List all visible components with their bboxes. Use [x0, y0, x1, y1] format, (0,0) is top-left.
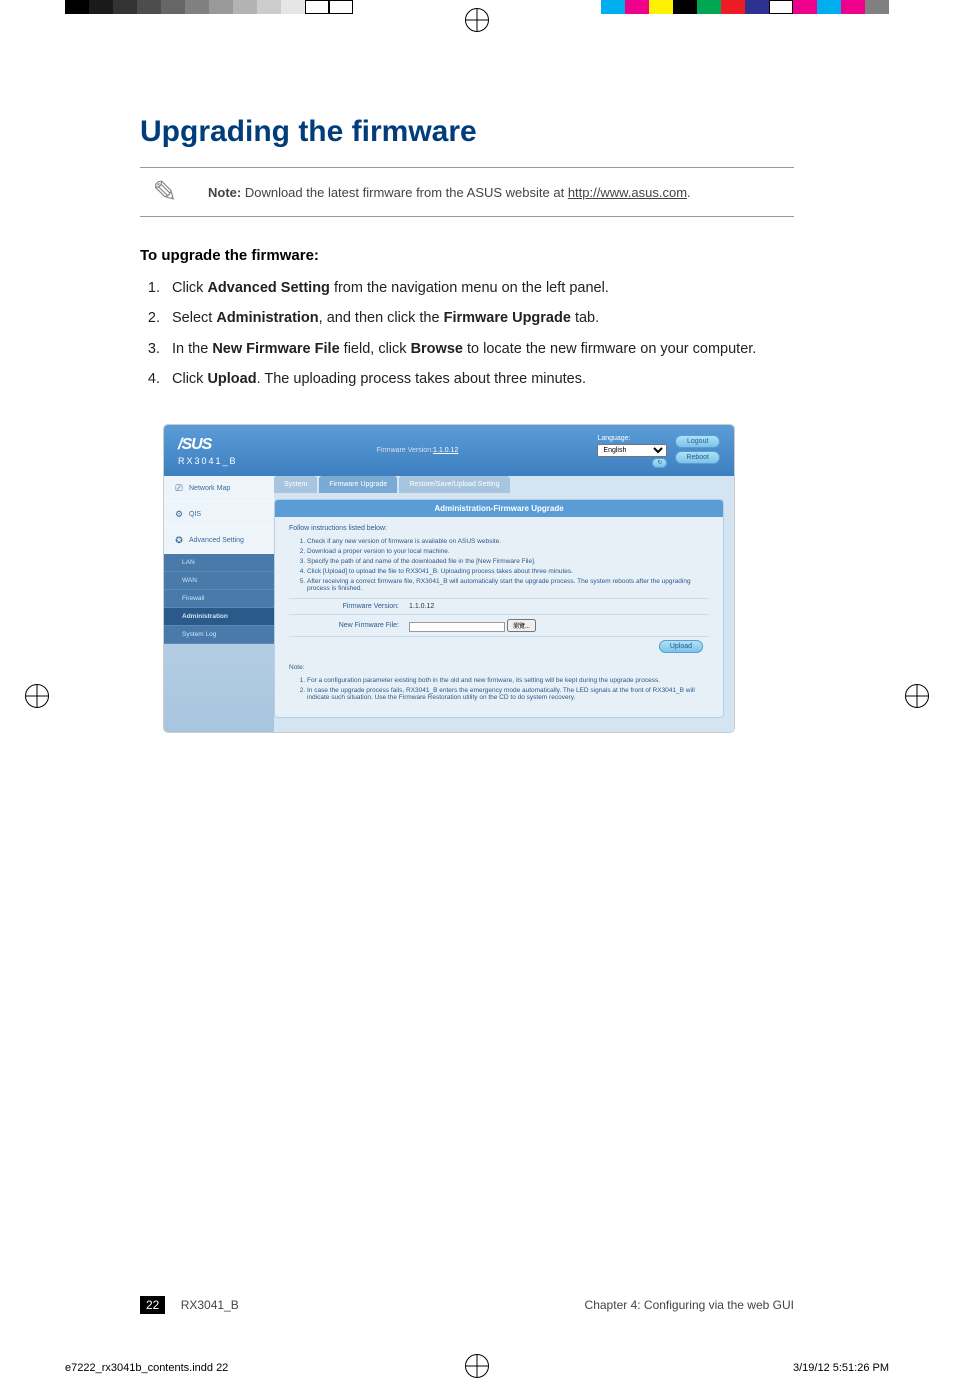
note-body: Download the latest firmware from the AS…	[241, 185, 568, 200]
page-footer: 22 RX3041_B Chapter 4: Configuring via t…	[140, 1298, 794, 1312]
header-buttons: Logout Reboot	[675, 435, 720, 464]
note-item-1: For a configuration parameter existing b…	[307, 677, 709, 684]
fw-version-value: 1.1.0.12	[409, 603, 434, 610]
ss-tabs: System Firmware Upgrade Restore/Save/Upl…	[274, 476, 724, 493]
network-icon: ⎚	[174, 483, 184, 494]
note-list: For a configuration parameter existing b…	[289, 677, 709, 701]
gear-icon: ⚙	[174, 509, 184, 520]
sidebar-item-wan[interactable]: WAN	[164, 572, 274, 590]
indd-file: e7222_rx3041b_contents.indd 22	[65, 1362, 228, 1374]
page-number: 22	[140, 1296, 165, 1314]
language-label: Language:	[597, 435, 667, 442]
tab-restore-save-upload[interactable]: Restore/Save/Upload Setting	[399, 476, 509, 493]
footer-chapter: Chapter 4: Configuring via the web GUI	[585, 1298, 794, 1312]
new-firmware-input[interactable]	[409, 622, 505, 632]
ss-main: System Firmware Upgrade Restore/Save/Upl…	[274, 476, 734, 732]
tab-system[interactable]: System	[274, 476, 317, 493]
instr-2: Download a proper version to your local …	[307, 548, 709, 555]
instr-3: Specify the path of and name of the down…	[307, 558, 709, 565]
refresh-button[interactable]: ↻	[652, 458, 667, 468]
step-4: Click Upload. The uploading process take…	[164, 369, 794, 389]
upload-button[interactable]: Upload	[659, 640, 703, 653]
model-label: RX3041_B	[178, 456, 238, 466]
language-block: Language: English ↻	[597, 435, 667, 466]
ss-sidebar: ⎚Network Map ⚙QIS ✪Advanced Setting LAN …	[164, 476, 274, 732]
steps-list: Click Advanced Setting from the navigati…	[140, 278, 794, 389]
follow-text: Follow instructions listed below:	[289, 525, 709, 532]
note-link[interactable]: http://www.asus.com	[568, 185, 687, 200]
reboot-button[interactable]: Reboot	[675, 451, 720, 464]
fw-version-label: Firmware Version:	[289, 603, 409, 610]
tab-firmware-upgrade[interactable]: Firmware Upgrade	[319, 476, 397, 493]
color-bar	[601, 0, 889, 14]
sidebar-item-advanced[interactable]: ✪Advanced Setting	[164, 528, 274, 554]
note-suffix: .	[687, 185, 691, 200]
registration-mark-icon	[465, 8, 489, 32]
footer-left: 22 RX3041_B	[140, 1298, 239, 1312]
indd-datetime: 3/19/12 5:51:26 PM	[793, 1362, 889, 1374]
ss-header: /SUS RX3041_B Firmware Version:1.1.0.12 …	[164, 425, 734, 476]
page-title: Upgrading the firmware	[140, 115, 794, 149]
registration-mark-icon	[905, 684, 929, 708]
asus-logo: /SUS	[178, 436, 238, 454]
fw-version-header: Firmware Version:1.1.0.12	[377, 447, 459, 454]
note-item-2: In case the upgrade process fails, RX304…	[307, 687, 709, 701]
footer-product: RX3041_B	[181, 1298, 239, 1312]
instr-5: After receiving a correct firmware file,…	[307, 578, 709, 592]
fw-version-row: Firmware Version: 1.1.0.12	[289, 598, 709, 614]
panel-note-section: Note: For a configuration parameter exis…	[289, 664, 709, 701]
sidebar-item-administration[interactable]: Administration	[164, 608, 274, 626]
new-fw-row: New Firmware File: 瀏覽...	[289, 614, 709, 636]
logout-button[interactable]: Logout	[675, 435, 720, 448]
new-fw-value: 瀏覽...	[409, 619, 536, 632]
sidebar-item-system-log[interactable]: System Log	[164, 626, 274, 644]
ss-header-right: Language: English ↻ Logout Reboot	[597, 435, 720, 466]
sidebar-item-firewall[interactable]: Firewall	[164, 590, 274, 608]
new-fw-label: New Firmware File:	[289, 622, 409, 629]
page-content: Upgrading the firmware ✎ Note: Download …	[140, 115, 794, 1272]
instr-4: Click [Upload] to upload the file to RX3…	[307, 568, 709, 575]
pencil-icon: ✎	[140, 178, 190, 206]
instruction-list: Check if any new version of firmware is …	[289, 538, 709, 592]
router-gui-screenshot: /SUS RX3041_B Firmware Version:1.1.0.12 …	[164, 425, 734, 732]
panel-note-label: Note:	[289, 664, 709, 671]
grayscale-bar	[65, 0, 353, 14]
step-1: Click Advanced Setting from the navigati…	[164, 278, 794, 298]
sidebar-item-network-map[interactable]: ⎚Network Map	[164, 476, 274, 502]
panel-title: Administration-Firmware Upgrade	[275, 500, 723, 517]
step-3: In the New Firmware File field, click Br…	[164, 339, 794, 359]
sidebar-item-lan[interactable]: LAN	[164, 554, 274, 572]
language-select[interactable]: English	[597, 444, 667, 457]
registration-mark-icon	[25, 684, 49, 708]
note-text: Note: Download the latest firmware from …	[208, 185, 691, 200]
indd-metadata: e7222_rx3041b_contents.indd 22 3/19/12 5…	[65, 1362, 889, 1374]
ss-logo-block: /SUS RX3041_B	[178, 436, 238, 466]
ss-body: ⎚Network Map ⚙QIS ✪Advanced Setting LAN …	[164, 476, 734, 732]
step-2: Select Administration, and then click th…	[164, 308, 794, 328]
upload-row: Upload	[289, 636, 709, 656]
note-label: Note:	[208, 185, 241, 200]
settings-icon: ✪	[174, 535, 184, 546]
ss-panel: Administration-Firmware Upgrade Follow i…	[274, 499, 724, 718]
note-box: ✎ Note: Download the latest firmware fro…	[140, 167, 794, 217]
fw-version-link[interactable]: 1.1.0.12	[433, 447, 458, 454]
sidebar-item-qis[interactable]: ⚙QIS	[164, 502, 274, 528]
instr-1: Check if any new version of firmware is …	[307, 538, 709, 545]
browse-button[interactable]: 瀏覽...	[507, 619, 536, 632]
subheading: To upgrade the firmware:	[140, 247, 794, 264]
